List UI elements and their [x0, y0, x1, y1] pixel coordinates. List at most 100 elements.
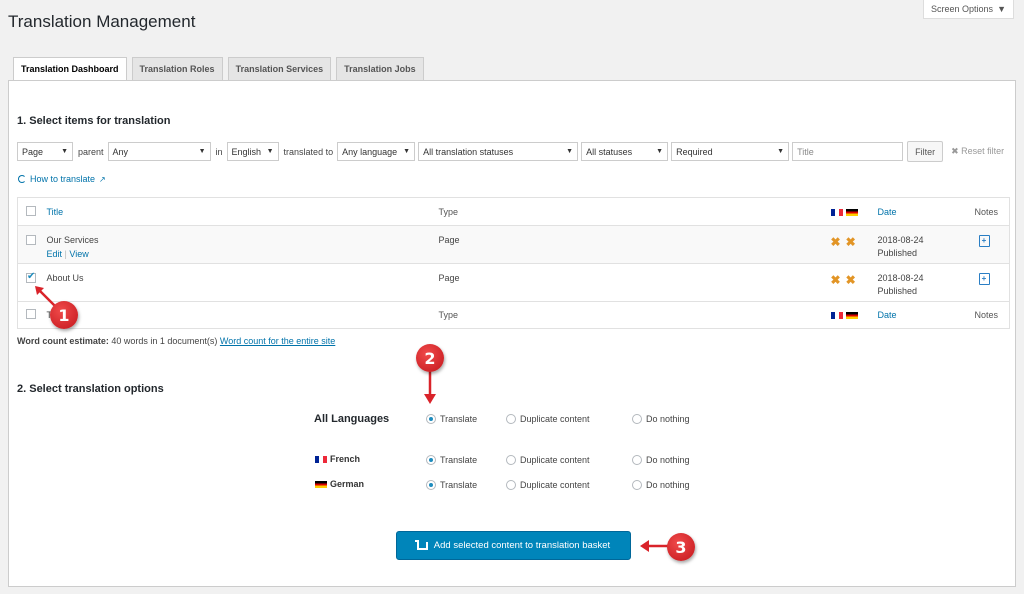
word-count-site-link[interactable]: Word count for the entire site — [220, 336, 335, 346]
row-type: Page — [438, 235, 460, 245]
select-all-checkbox[interactable] — [26, 205, 36, 216]
row-checkbox[interactable] — [26, 271, 36, 283]
fr-flag-icon — [830, 312, 843, 320]
translate-fr-status-icon[interactable]: ✖ — [831, 235, 841, 249]
french-translate-radio[interactable]: Translate — [426, 455, 477, 465]
french-nothing-radio[interactable]: Do nothing — [632, 455, 690, 465]
chevron-down-icon: ▼ — [198, 148, 206, 155]
add-to-basket-label: Add selected content to translation bask… — [433, 540, 611, 551]
radio-indicator — [506, 414, 516, 424]
how-to-translate-label: How to translate — [30, 174, 96, 184]
title-search-input[interactable]: Title — [792, 142, 904, 161]
translate-de-status-icon[interactable]: ✖ — [846, 235, 856, 249]
screen-options-label: Screen Options — [931, 4, 994, 14]
chevron-down-icon: ▼ — [656, 148, 664, 155]
french-duplicate-radio[interactable]: Duplicate content — [506, 455, 590, 465]
radio-label: Translate — [440, 455, 478, 465]
parent-select-value: Any — [112, 146, 129, 157]
radio-label: Translate — [440, 414, 478, 424]
title-column-header[interactable]: Title — [47, 207, 64, 217]
radio-label: Translate — [440, 480, 478, 490]
german-nothing-radio[interactable]: Do nothing — [632, 480, 690, 490]
dashboard-panel: 1. Select items for translation Page ▼ pa… — [8, 80, 1016, 587]
priority-select[interactable]: Required ▼ — [671, 142, 790, 161]
all-nothing-radio[interactable]: Do nothing — [632, 414, 690, 424]
radio-indicator — [506, 455, 516, 465]
tab-translation-services[interactable]: Translation Services — [227, 57, 332, 81]
in-label: in — [215, 146, 223, 157]
row-title[interactable]: Our Services — [47, 235, 439, 245]
caret-down-icon: ▼ — [997, 4, 1006, 14]
tab-bar: Translation Dashboard Translation Roles … — [13, 57, 424, 81]
de-flag-icon — [845, 208, 858, 216]
radio-indicator — [426, 480, 436, 490]
language-to-value: Any language — [342, 146, 398, 157]
filter-bar: Page ▼ parent Any ▼ in English ▼ translated… — [17, 141, 1004, 162]
radio-label: Duplicate content — [520, 480, 590, 490]
french-option-label: French — [315, 454, 360, 464]
section-translation-options-title: 2. Select translation options — [17, 383, 164, 395]
row-title[interactable]: About Us — [47, 273, 439, 283]
priority-value: Required — [676, 146, 713, 157]
tab-translation-jobs[interactable]: Translation Jobs — [336, 57, 424, 81]
word-count-text: 40 words in 1 document(s) — [108, 336, 220, 346]
add-note-icon[interactable]: + — [978, 235, 990, 247]
tab-translation-dashboard[interactable]: Translation Dashboard — [13, 57, 127, 81]
table-row: Our Services Edit | View Page ✖ ✖ 2018-08… — [17, 225, 1010, 264]
translate-de-status-icon[interactable]: ✖ — [846, 273, 856, 287]
row-status: Published — [877, 286, 918, 296]
screen-options-button[interactable]: Screen Options ▼ — [923, 0, 1014, 19]
table-footer-row: Title Type Date Notes — [17, 301, 1010, 329]
german-label: German — [330, 479, 365, 489]
how-to-translate-link[interactable]: How to translate ↗ — [18, 174, 106, 184]
radio-label: Do nothing — [646, 480, 690, 490]
language-to-select[interactable]: Any language ▼ — [337, 142, 416, 161]
callout-badge-3: 3 — [667, 533, 695, 561]
radio-indicator — [426, 455, 436, 465]
tab-translation-roles[interactable]: Translation Roles — [131, 57, 223, 81]
all-duplicate-radio[interactable]: Duplicate content — [506, 414, 590, 424]
view-link[interactable]: View — [69, 249, 88, 259]
translated-to-label: translated to — [283, 146, 334, 157]
chevron-down-icon: ▼ — [403, 148, 411, 155]
add-to-basket-button[interactable]: Add selected content to translation bask… — [396, 531, 631, 560]
reset-filter-link[interactable]: ✖ Reset filter — [951, 146, 1004, 157]
page-title: Translation Management — [8, 12, 196, 31]
chevron-down-icon: ▼ — [61, 148, 68, 155]
add-note-icon[interactable]: + — [978, 273, 990, 285]
date-column-header[interactable]: Date — [878, 207, 897, 217]
all-translate-radio[interactable]: Translate — [426, 414, 477, 424]
radio-indicator — [426, 414, 436, 424]
type-select[interactable]: Page ▼ — [17, 142, 73, 161]
radio-label: Duplicate content — [520, 455, 590, 465]
radio-indicator — [632, 480, 642, 490]
chevron-down-icon: ▼ — [566, 148, 574, 155]
row-actions: Edit | View — [47, 249, 439, 259]
external-link-icon: ↗ — [99, 174, 106, 184]
language-from-select[interactable]: English ▼ — [226, 142, 279, 161]
cart-icon — [414, 539, 428, 550]
fr-flag-icon — [315, 455, 327, 463]
radio-indicator — [632, 414, 642, 424]
date-column-footer[interactable]: Date — [878, 310, 897, 320]
table-row: About Us Page ✖ ✖ 2018-08-24 Published + — [17, 263, 1010, 302]
edit-link[interactable]: Edit — [47, 249, 63, 259]
parent-label: parent — [78, 146, 104, 157]
post-status-select[interactable]: All statuses ▼ — [581, 142, 669, 161]
row-checkbox[interactable] — [26, 235, 36, 245]
post-status-value: All statuses — [586, 146, 633, 157]
help-icon — [18, 175, 26, 183]
de-flag-icon — [315, 480, 327, 488]
translation-status-select[interactable]: All translation statuses ▼ — [418, 142, 579, 161]
table-header-row: Title Type Date Notes — [17, 197, 1010, 226]
german-translate-radio[interactable]: Translate — [426, 480, 477, 490]
filter-button[interactable]: Filter — [907, 141, 944, 162]
notes-column-footer: Notes — [974, 310, 999, 320]
radio-label: Do nothing — [646, 414, 690, 424]
german-duplicate-radio[interactable]: Duplicate content — [506, 480, 590, 490]
type-column-header: Type — [438, 206, 459, 217]
translation-status-value: All translation statuses — [423, 146, 514, 157]
parent-select[interactable]: Any ▼ — [107, 142, 211, 161]
translate-fr-status-icon[interactable]: ✖ — [831, 273, 841, 287]
row-date: 2018-08-24 — [877, 235, 924, 245]
